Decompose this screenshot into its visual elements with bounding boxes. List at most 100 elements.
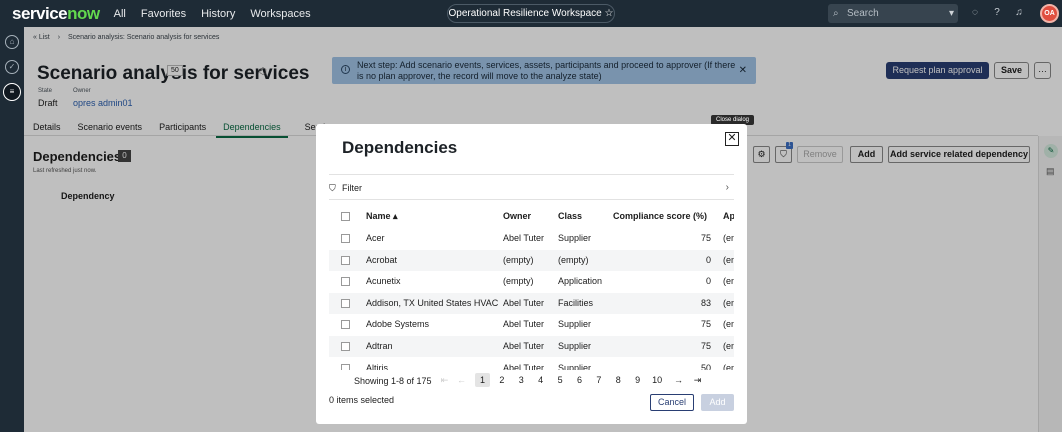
- cell-name: Adobe Systems: [366, 319, 430, 330]
- page-9-button[interactable]: 9: [630, 373, 645, 387]
- first-page-icon[interactable]: ⇤: [437, 373, 452, 387]
- nav-workspaces[interactable]: Workspaces: [250, 8, 310, 20]
- cell-name: Adtran: [366, 341, 393, 351]
- page-10-button[interactable]: 10: [650, 373, 665, 387]
- row-checkbox[interactable]: [341, 277, 350, 287]
- cell-compliance: 75: [700, 319, 711, 330]
- cell-class: Application: [558, 276, 603, 287]
- prev-page-icon[interactable]: ←: [454, 373, 469, 387]
- row-checkbox[interactable]: [341, 298, 350, 308]
- cell-owner: Abel Tuter: [503, 362, 545, 370]
- check-icon[interactable]: ✓: [5, 60, 19, 74]
- cell-compliance: 50: [700, 362, 711, 370]
- page-5-button[interactable]: 5: [553, 373, 568, 387]
- table-row[interactable]: Adtran Abel Tuter Supplier 75 (em: [329, 336, 734, 357]
- chevron-down-icon[interactable]: ▾: [949, 4, 954, 23]
- servicenow-logo[interactable]: servicenow: [12, 4, 100, 24]
- workspace-name: Operational Resilience Workspace: [448, 8, 602, 19]
- cell-compliance: 75: [700, 233, 711, 243]
- cancel-button[interactable]: Cancel: [650, 394, 694, 411]
- filter-label: Filter: [342, 183, 362, 193]
- page-8-button[interactable]: 8: [611, 373, 626, 387]
- top-bar: servicenow All Favorites History Workspa…: [0, 0, 1062, 27]
- page-1-button[interactable]: 1: [475, 373, 490, 387]
- avatar[interactable]: OA: [1040, 4, 1059, 23]
- cell-owner: Abel Tuter: [503, 319, 545, 330]
- row-checkbox[interactable]: [341, 320, 350, 330]
- cell-compliance: 83: [700, 297, 711, 308]
- bell-icon[interactable]: ♫: [1012, 7, 1026, 20]
- workspace-pill[interactable]: Operational Resilience Workspace ☆: [447, 4, 615, 23]
- last-page-icon[interactable]: ⇥: [690, 373, 705, 387]
- row-checkbox[interactable]: [341, 342, 350, 351]
- star-icon[interactable]: ☆: [605, 8, 614, 19]
- chevron-right-icon[interactable]: ›: [726, 175, 729, 201]
- cell-owner: (empty): [503, 254, 534, 265]
- next-page-icon[interactable]: →: [671, 373, 686, 387]
- dependencies-grid: Name ▴ Owner Class Compliance score (%) …: [329, 206, 734, 370]
- cell-name: Acunetix: [366, 276, 401, 287]
- close-dialog-button[interactable]: ✕: [725, 132, 739, 146]
- cell-compliance: 75: [700, 341, 711, 351]
- cell-ap: (em: [723, 233, 734, 243]
- pagination-summary: Showing 1-8 of 175: [354, 376, 432, 386]
- table-row[interactable]: Acer Abel Tuter Supplier 75 (em: [329, 228, 734, 249]
- list-icon[interactable]: ≡: [3, 83, 21, 101]
- cell-class: Supplier: [558, 319, 592, 330]
- page-4-button[interactable]: 4: [533, 373, 548, 387]
- selection-count: 0 items selected: [329, 395, 395, 405]
- page-2-button[interactable]: 2: [494, 373, 509, 387]
- search-icon: ⌕: [833, 8, 839, 19]
- help-icon[interactable]: ?: [990, 7, 1004, 20]
- page-6-button[interactable]: 6: [572, 373, 587, 387]
- grid-header-row: Name ▴ Owner Class Compliance score (%) …: [329, 206, 734, 227]
- cell-owner: Abel Tuter: [503, 297, 545, 308]
- nav-favorites[interactable]: Favorites: [141, 8, 186, 20]
- cell-compliance: 0: [705, 276, 711, 287]
- search-placeholder: Search: [847, 8, 879, 19]
- table-row[interactable]: Adobe Systems Abel Tuter Supplier 75 (em: [329, 314, 734, 335]
- cell-owner: (empty): [503, 276, 534, 287]
- col-owner[interactable]: Owner: [503, 206, 531, 227]
- nav-all[interactable]: All: [114, 8, 126, 20]
- cell-ap: (em: [723, 341, 734, 351]
- cell-owner: Abel Tuter: [503, 233, 545, 243]
- main-nav: All Favorites History Workspaces: [114, 8, 326, 20]
- cell-class: Supplier: [558, 362, 592, 370]
- table-row[interactable]: Addison, TX United States HVAC Abel Tuter…: [329, 292, 734, 314]
- left-nav: ⌂ ✓ ≡: [0, 27, 24, 432]
- home-icon[interactable]: ⌂: [5, 35, 19, 49]
- col-ap[interactable]: Ap: [723, 206, 734, 227]
- col-compliance[interactable]: Compliance score (%): [613, 206, 707, 227]
- table-row[interactable]: Acrobat (empty) (empty) 0 (em: [329, 249, 734, 271]
- chat-icon[interactable]: ◌: [968, 7, 982, 20]
- cell-class: (empty): [558, 254, 589, 265]
- dependencies-dialog: Dependencies ✕ ⛉ Filter › Name ▴ Owner C…: [316, 124, 747, 424]
- filter-bar[interactable]: ⛉ Filter ›: [329, 174, 734, 200]
- nav-history[interactable]: History: [201, 8, 235, 20]
- select-all-checkbox[interactable]: [341, 212, 350, 221]
- add-button[interactable]: Add: [701, 394, 734, 411]
- cell-ap: (em: [723, 276, 734, 287]
- cell-name: Acrobat: [366, 254, 398, 265]
- row-checkbox[interactable]: [341, 255, 350, 265]
- cell-ap: (em: [723, 297, 734, 308]
- filter-icon: ⛉: [329, 183, 336, 193]
- cell-ap: (em: [723, 362, 734, 370]
- page-7-button[interactable]: 7: [591, 373, 606, 387]
- table-row[interactable]: Acunetix (empty) Application 0 (em: [329, 271, 734, 292]
- col-class[interactable]: Class: [558, 206, 582, 227]
- top-icons: ◌ ? ♫: [968, 7, 1034, 20]
- global-search[interactable]: ⌕ Search ▾: [828, 4, 958, 23]
- row-checkbox[interactable]: [341, 234, 350, 243]
- col-name[interactable]: Name ▴: [366, 206, 398, 227]
- page-3-button[interactable]: 3: [514, 373, 529, 387]
- cell-ap: (em: [723, 319, 734, 330]
- cell-class: Supplier: [558, 341, 592, 351]
- dialog-title: Dependencies: [342, 138, 458, 157]
- cell-compliance: 0: [705, 254, 711, 265]
- cell-class: Facilities: [558, 297, 594, 308]
- row-checkbox[interactable]: [341, 363, 350, 370]
- table-row[interactable]: Altiris Abel Tuter Supplier 50 (em: [329, 358, 734, 370]
- cell-ap: (em: [723, 254, 734, 265]
